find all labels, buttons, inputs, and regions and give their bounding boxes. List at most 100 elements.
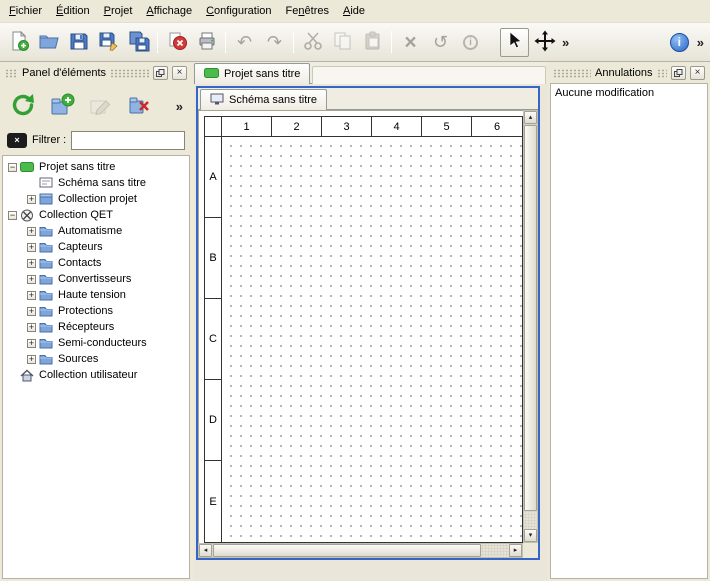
close-file-button[interactable] — [162, 28, 191, 57]
element-infos-button[interactable]: i — [456, 28, 485, 57]
save-as-button[interactable] — [94, 28, 123, 57]
expand-icon[interactable]: + — [27, 339, 36, 348]
tree-item-recepteurs[interactable]: +Récepteurs — [3, 319, 189, 335]
selection-mode-button[interactable] — [500, 28, 529, 57]
dock-close-button[interactable]: × — [172, 66, 187, 80]
menu-edition[interactable]: Édition — [49, 1, 97, 21]
tree-item-capteurs[interactable]: +Capteurs — [3, 239, 189, 255]
toolbar-overflow-button[interactable]: » — [560, 35, 571, 50]
toolbar-separator — [157, 31, 158, 53]
redo-button[interactable]: ↷ — [260, 28, 289, 57]
schema-tab-bar: Schéma sans titre — [198, 88, 538, 110]
project-tab-label: Projet sans titre — [224, 68, 300, 80]
tree-item-label: Collection projet — [56, 193, 139, 205]
menu-projet[interactable]: Projet — [97, 1, 140, 21]
save-button[interactable] — [64, 28, 93, 57]
pan-mode-button[interactable] — [530, 28, 559, 57]
collapse-icon[interactable]: − — [8, 163, 17, 172]
menu-fichier[interactable]: Fichier — [2, 1, 49, 21]
delete-element-icon — [127, 92, 153, 121]
expand-icon[interactable]: + — [27, 323, 36, 332]
toolbar-separator — [391, 31, 392, 53]
dock-grip — [110, 69, 149, 78]
expand-icon[interactable]: + — [27, 291, 36, 300]
paste-button[interactable] — [358, 28, 387, 57]
label-fragment: ide — [350, 5, 365, 17]
dock-close-button[interactable]: × — [690, 66, 705, 80]
print-button[interactable] — [192, 28, 221, 57]
filter-input[interactable] — [71, 131, 185, 150]
tree-item-sources[interactable]: + Sources — [3, 351, 189, 367]
horizontal-scroll-thumb[interactable] — [213, 544, 481, 557]
expand-icon[interactable]: + — [27, 227, 36, 236]
dock-float-button[interactable] — [671, 66, 686, 80]
expand-icon[interactable]: + — [27, 195, 36, 204]
tree-item-collection-qet[interactable]: −Collection QET — [3, 207, 189, 223]
undo-list-item[interactable]: Aucune modification — [555, 87, 703, 102]
toolbar-extension-button[interactable]: » — [695, 35, 706, 50]
row-header: B — [205, 218, 222, 299]
dock-grip — [5, 69, 18, 78]
project-subwindow: Schéma sans titre 1 2 3 4 5 6 A B C — [196, 86, 540, 560]
new-document-button[interactable] — [4, 28, 33, 57]
save-as-icon — [98, 30, 120, 55]
rotate-button[interactable]: ↺ — [426, 28, 455, 57]
copy-icon — [332, 30, 354, 55]
tree-item-label: Haute tension — [56, 289, 128, 301]
scroll-right-button[interactable]: ▸ — [509, 544, 522, 557]
scroll-down-button[interactable]: ▾ — [524, 529, 537, 542]
dock-title: Panel d'éléments — [22, 67, 106, 79]
vertical-scroll-thumb[interactable] — [524, 125, 537, 511]
save-all-button[interactable] — [124, 28, 153, 57]
menu-affichage[interactable]: Affichage — [139, 1, 199, 21]
edit-element-button[interactable] — [85, 88, 117, 124]
tree-item-semi-conducteurs[interactable]: + Semi-conducteurs — [3, 335, 189, 351]
about-button[interactable]: i — [665, 28, 694, 57]
new-element-button[interactable] — [46, 88, 78, 124]
clear-filter-button[interactable]: × — [7, 133, 27, 148]
undo-dock-titlebar[interactable]: Annulations × — [550, 65, 708, 81]
cut-button[interactable] — [298, 28, 327, 57]
expand-icon[interactable]: + — [27, 307, 36, 316]
tree-item-projet-sans-titre[interactable]: −Projet sans titre — [3, 159, 189, 175]
tree-item-convertisseurs[interactable]: +Convertisseurs — [3, 271, 189, 287]
open-document-button[interactable] — [34, 28, 63, 57]
copy-button[interactable] — [328, 28, 357, 57]
panel-toolbar-extension-button[interactable]: » — [174, 99, 185, 114]
scroll-left-button[interactable]: ◂ — [199, 544, 212, 557]
expand-icon[interactable]: + — [27, 243, 36, 252]
tree-item-haute-tension[interactable]: + Haute tension — [3, 287, 189, 303]
horizontal-scrollbar[interactable]: ◂ ▸ — [198, 543, 523, 558]
tree-item-automatisme[interactable]: +Automatisme — [3, 223, 189, 239]
vertical-scrollbar[interactable]: ▴ ▾ — [523, 110, 538, 543]
menu-aide[interactable]: Aide — [336, 1, 372, 21]
menu-fenetres[interactable]: Fenêtres — [279, 1, 336, 21]
qelectrotech-window: Fichier Édition Projet Affichage Configu… — [0, 0, 710, 581]
expand-icon[interactable]: + — [27, 275, 36, 284]
tree-item-label: Semi-conducteurs — [56, 337, 149, 349]
save-all-icon — [128, 30, 150, 55]
reload-collections-button[interactable] — [7, 88, 39, 124]
tree-item-schema-sans-titre[interactable]: Schéma sans titre — [3, 175, 189, 191]
tree-item-collection-utilisateur[interactable]: Collection utilisateur — [3, 367, 189, 383]
expand-icon[interactable]: + — [27, 259, 36, 268]
delete-button[interactable]: × — [396, 28, 425, 57]
dock-grip — [553, 69, 591, 78]
tree-item-label: Sources — [56, 353, 100, 365]
tab-projet-sans-titre[interactable]: Projet sans titre — [194, 63, 310, 84]
elements-panel-titlebar[interactable]: Panel d'éléments × — [2, 65, 190, 81]
scroll-up-button[interactable]: ▴ — [524, 111, 537, 124]
diagram-canvas[interactable] — [222, 137, 522, 542]
dock-float-button[interactable] — [153, 66, 168, 80]
menu-configuration[interactable]: Configuration — [199, 1, 278, 21]
collapse-icon[interactable]: − — [8, 211, 17, 220]
tree-item-collection-projet[interactable]: + Collection projet — [3, 191, 189, 207]
tree-item-contacts[interactable]: +Contacts — [3, 255, 189, 271]
delete-element-button[interactable] — [124, 88, 156, 124]
undo-button[interactable]: ↶ — [230, 28, 259, 57]
expand-icon[interactable]: + — [27, 355, 36, 364]
tree-item-protections[interactable]: +Protections — [3, 303, 189, 319]
tab-schema-sans-titre[interactable]: Schéma sans titre — [200, 89, 327, 110]
elements-tree: −Projet sans titre Schéma sans titre +Co… — [2, 155, 190, 579]
folder-icon — [39, 305, 53, 317]
